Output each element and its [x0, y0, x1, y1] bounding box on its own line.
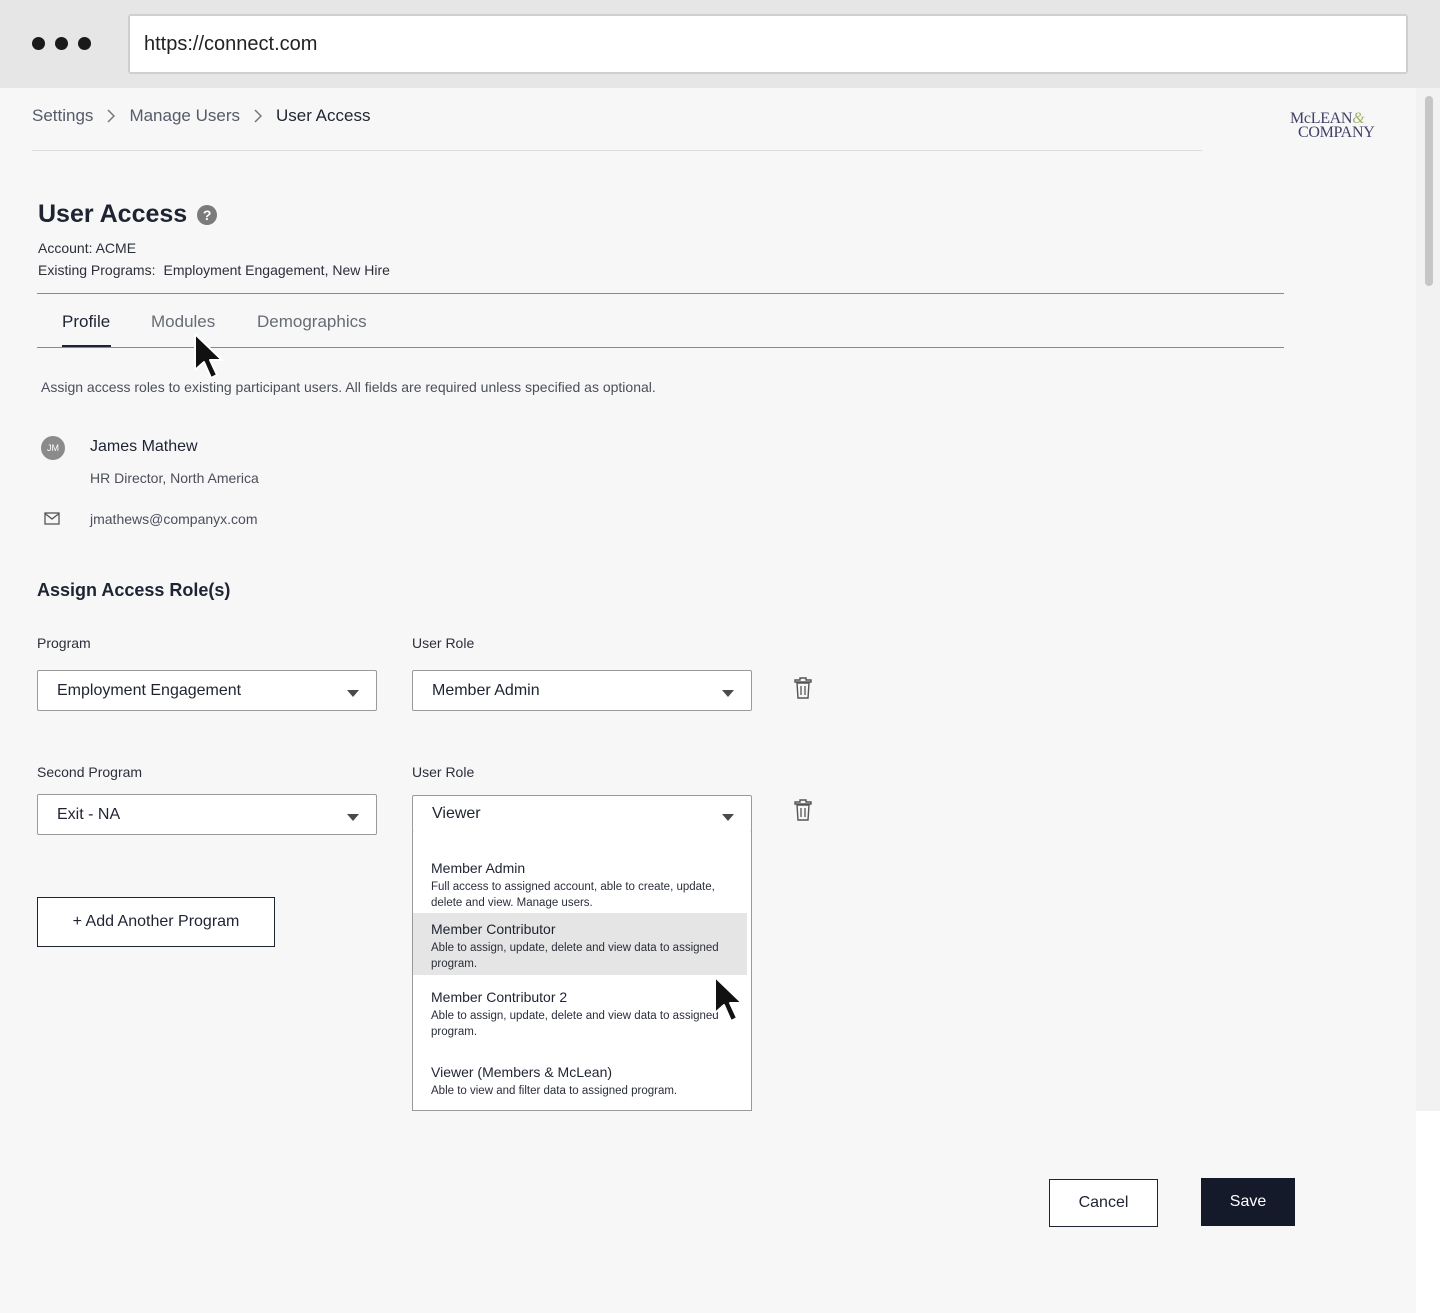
browser-toolbar: https://connect.com [0, 0, 1440, 88]
account-info: Account: ACME [38, 240, 137, 256]
role-option-description: Able to assign, update, delete and view … [431, 1010, 719, 1038]
second-program-label: Second Program [37, 764, 143, 780]
mouse-pointer-icon [713, 975, 747, 1030]
role-option-description: Full access to assigned account, able to… [431, 881, 715, 909]
scrollbar-thumb[interactable] [1425, 96, 1433, 286]
role-option-viewer[interactable]: Viewer (Members & McLean) Able to view a… [413, 1056, 747, 1107]
brand-logo: McLEAN& COMPANY [1290, 111, 1390, 141]
mail-icon [44, 512, 60, 530]
second-user-role-select-value: Viewer [432, 805, 481, 822]
role-option-title: Member Admin [431, 860, 526, 876]
mouse-pointer-icon [193, 332, 227, 387]
tab-profile[interactable]: Profile [62, 312, 110, 332]
tab-modules[interactable]: Modules [151, 312, 215, 332]
role-option-member-contributor[interactable]: Member Contributor Able to assign, updat… [413, 913, 747, 975]
tabs-top-divider [37, 293, 1284, 294]
caret-down-icon [722, 690, 734, 697]
cancel-button[interactable]: Cancel [1049, 1179, 1158, 1227]
caret-down-icon [347, 690, 359, 697]
breadcrumb-divider [32, 150, 1202, 151]
add-another-program-button[interactable]: + Add Another Program [37, 897, 275, 947]
role-option-title: Member Contributor [431, 921, 556, 937]
second-user-role-select[interactable]: Viewer [412, 795, 752, 833]
instructions-text: Assign access roles to existing particip… [41, 379, 656, 395]
program-select-value: Employment Engagement [57, 681, 242, 699]
breadcrumb-user-access: User Access [276, 106, 371, 125]
role-option-title: Viewer (Members & McLean) [431, 1064, 613, 1080]
page-content: Settings Manage Users User Access McLEAN… [0, 88, 1416, 1313]
existing-programs: Existing Programs: Employment Engagement,… [38, 262, 390, 278]
url-text: https://connect.com [144, 32, 318, 55]
save-button[interactable]: Save [1201, 1178, 1295, 1226]
program-select[interactable]: Employment Engagement [37, 670, 377, 711]
three-dots-icon[interactable] [32, 37, 91, 50]
existing-programs-value: Employment Engagement, New Hire [163, 262, 390, 278]
user-job-title: HR Director, North America [90, 470, 259, 486]
role-option-member-admin[interactable]: Member Admin Full access to assigned acc… [413, 852, 747, 919]
role-option-member-contributor-2[interactable]: Member Contributor 2 Able to assign, upd… [413, 981, 747, 1048]
breadcrumb: Settings Manage Users User Access [32, 106, 370, 126]
caret-down-icon [347, 814, 359, 821]
help-circle-icon[interactable]: ? [197, 204, 218, 225]
second-user-role-label: User Role [412, 764, 475, 780]
assign-roles-heading: Assign Access Role(s) [37, 580, 231, 600]
address-bar[interactable]: https://connect.com [128, 14, 1408, 74]
tab-demographics[interactable]: Demographics [257, 312, 367, 332]
existing-programs-label: Existing Programs: [38, 262, 156, 278]
brand-line-2: COMPANY [1298, 124, 1375, 141]
role-option-title: Member Contributor 2 [431, 989, 568, 1005]
user-email: jmathews@companyx.com [90, 511, 258, 527]
caret-down-icon [722, 814, 734, 821]
trash-icon[interactable] [794, 798, 812, 827]
user-role-select-value: Member Admin [432, 681, 540, 699]
breadcrumb-settings[interactable]: Settings [32, 106, 93, 126]
role-option-description: Able to assign, update, delete and view … [431, 942, 719, 970]
program-label: Program [37, 635, 91, 651]
breadcrumb-manage-users[interactable]: Manage Users [129, 106, 240, 126]
role-option-description: Able to view and filter data to assigned… [431, 1085, 678, 1097]
user-role-label: User Role [412, 635, 475, 651]
page-title: User Access ? [38, 200, 218, 229]
avatar: JM [41, 436, 65, 460]
second-program-select-value: Exit - NA [57, 805, 121, 823]
user-role-dropdown-menu: Member Admin Full access to assigned acc… [412, 832, 752, 1111]
chevron-right-icon [107, 109, 116, 123]
trash-icon[interactable] [794, 676, 812, 705]
page-title-text: User Access [38, 200, 188, 228]
second-program-select[interactable]: Exit - NA [37, 794, 377, 835]
chevron-right-icon [254, 109, 262, 123]
user-role-select[interactable]: Member Admin [412, 670, 752, 711]
user-name: James Mathew [90, 438, 198, 455]
